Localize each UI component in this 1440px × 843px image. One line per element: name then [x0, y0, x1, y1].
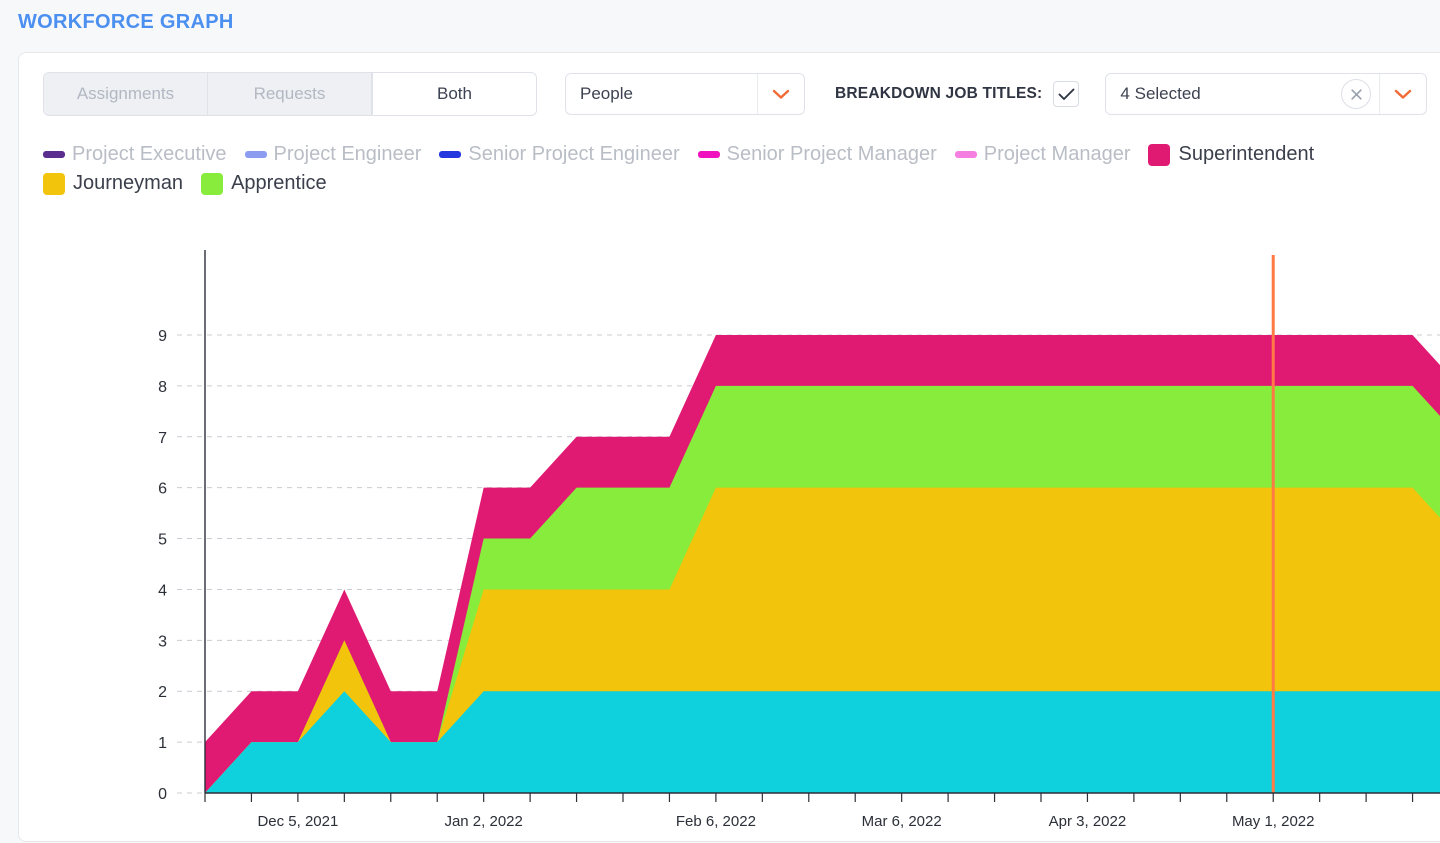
legend-swatch-icon — [245, 151, 267, 158]
legend-item-journeyman[interactable]: Journeyman — [43, 172, 183, 195]
x-axis-tick-label: Feb 6, 2022 — [676, 813, 756, 830]
y-axis-labels: 0 1 2 3 4 5 6 7 8 9 — [158, 328, 167, 803]
legend-item-superintendent[interactable]: Superintendent — [1148, 143, 1314, 166]
breakdown-checkbox[interactable] — [1053, 81, 1079, 107]
segment-assignments[interactable]: Assignments — [44, 73, 208, 115]
legend-swatch-icon — [698, 151, 720, 158]
y-axis-tick-label: 3 — [158, 633, 167, 650]
unit-select-value: People — [566, 84, 757, 104]
y-axis-tick-label: 6 — [158, 481, 167, 498]
x-axis-tick-label: Apr 3, 2022 — [1049, 813, 1127, 830]
legend-item-label: Senior Project Manager — [727, 143, 937, 166]
job-titles-multiselect-value: 4 Selected — [1106, 84, 1341, 104]
legend-item-label: Apprentice — [231, 172, 327, 195]
segment-both[interactable]: Both — [372, 73, 536, 115]
legend-item-label: Project Manager — [984, 143, 1131, 166]
breakdown-job-titles-label: BREAKDOWN JOB TITLES: — [835, 85, 1042, 103]
view-mode-segmented-control[interactable]: Assignments Requests Both — [43, 72, 537, 116]
legend-swatch-icon — [1148, 144, 1170, 166]
legend-swatch-icon — [43, 151, 65, 158]
legend-swatch-icon — [43, 173, 65, 195]
page-title: WORKFORCE GRAPH — [0, 0, 1440, 32]
job-titles-multiselect[interactable]: 4 Selected — [1105, 73, 1427, 115]
x-axis-labels: Dec 5, 2021 Jan 2, 2022 Feb 6, 2022 Mar 6, … — [257, 813, 1314, 830]
y-axis-tick-label: 2 — [158, 684, 167, 701]
chart-legend: Project Executive Project Engineer Senior … — [43, 143, 1440, 195]
workforce-graph-card: Assignments Requests Both People BREAKDO… — [18, 52, 1440, 842]
x-axis-tick-label: May 1, 2022 — [1232, 813, 1315, 830]
legend-item-apprentice[interactable]: Apprentice — [201, 172, 327, 195]
x-axis-tick-label: Jan 2, 2022 — [444, 813, 522, 830]
x-axis-tick-label: Dec 5, 2021 — [257, 813, 338, 830]
legend-swatch-icon — [439, 151, 461, 158]
legend-item-label: Senior Project Engineer — [468, 143, 679, 166]
legend-item-label: Superintendent — [1178, 143, 1314, 166]
workforce-area-chart: 0 1 2 3 4 5 6 7 8 9 Dec 5, 2021 Jan 2, 2022 Feb 6, … — [19, 213, 1440, 843]
legend-swatch-icon — [955, 151, 977, 158]
chevron-down-icon[interactable] — [758, 74, 804, 114]
legend-item-project-executive[interactable]: Project Executive — [43, 143, 227, 166]
legend-item-label: Project Engineer — [274, 143, 422, 166]
chart-toolbar: Assignments Requests Both People BREAKDO… — [19, 53, 1440, 135]
area-series — [205, 335, 1440, 793]
x-axis-tick-label: Mar 6, 2022 — [862, 813, 942, 830]
legend-item-label: Project Executive — [72, 143, 227, 166]
legend-item-label: Journeyman — [73, 172, 183, 195]
legend-item-senior-project-manager[interactable]: Senior Project Manager — [698, 143, 937, 166]
legend-item-project-manager[interactable]: Project Manager — [955, 143, 1131, 166]
close-circle-icon[interactable] — [1341, 79, 1371, 109]
legend-item-project-engineer[interactable]: Project Engineer — [245, 143, 422, 166]
unit-select[interactable]: People — [565, 73, 805, 115]
legend-swatch-icon — [201, 173, 223, 195]
y-axis-tick-label: 5 — [158, 532, 167, 549]
chart-canvas: 0 1 2 3 4 5 6 7 8 9 Dec 5, 2021 Jan 2, 2022 Feb 6, … — [19, 213, 1440, 843]
y-axis-tick-label: 7 — [158, 430, 167, 447]
y-axis-tick-label: 8 — [158, 379, 167, 396]
y-axis-tick-label: 1 — [158, 735, 167, 752]
multiselect-chevron-down-icon[interactable] — [1380, 74, 1426, 114]
legend-item-senior-project-engineer[interactable]: Senior Project Engineer — [439, 143, 679, 166]
y-axis-tick-label: 9 — [158, 328, 167, 345]
y-axis-tick-label: 0 — [158, 786, 167, 803]
check-icon — [1058, 88, 1075, 101]
segment-requests[interactable]: Requests — [208, 73, 372, 115]
y-axis-tick-label: 4 — [158, 582, 167, 599]
